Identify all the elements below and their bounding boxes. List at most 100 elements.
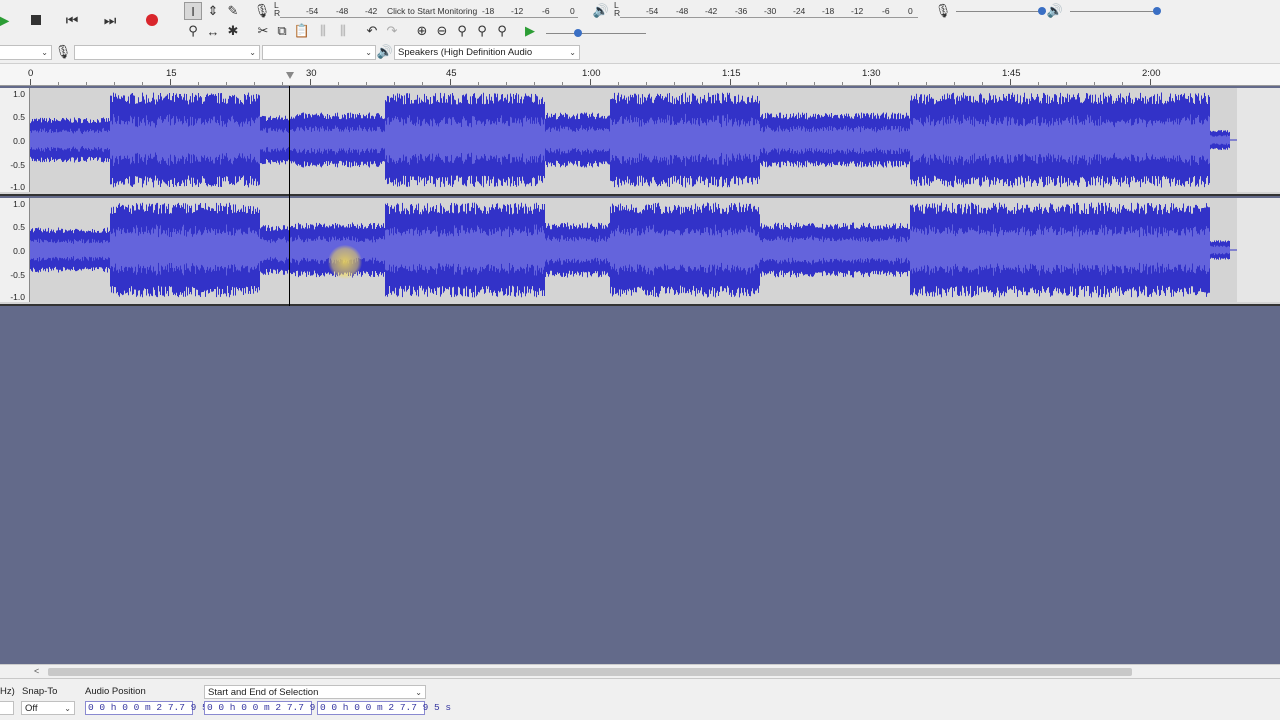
selection-end-field[interactable]: 0 0 h 0 0 m 2 7.7 9 5 s: [317, 701, 451, 715]
ruler-tick: [450, 79, 451, 85]
paste-button[interactable]: 📋: [293, 22, 311, 40]
play-speed-slider[interactable]: [546, 33, 646, 34]
play-head-marker[interactable]: [286, 72, 294, 79]
playback-device-icon: 🔊: [376, 43, 394, 61]
fit-selection-button[interactable]: ⚲: [453, 22, 471, 40]
recording-meter-button[interactable]: 🎙: [253, 2, 271, 20]
snap-to-value: Off: [25, 703, 38, 714]
asterisk-icon: ✱: [227, 23, 239, 38]
play-scale-3: -42: [705, 6, 718, 16]
playback-device-dropdown[interactable]: Speakers (High Definition Audio ⌄: [394, 45, 580, 60]
zoom-toggle-button[interactable]: ⚲: [493, 22, 511, 40]
vruler-label: -0.5: [10, 270, 25, 280]
record-button[interactable]: [138, 7, 166, 33]
zoom-toggle-icon: ⚲: [497, 23, 507, 38]
microphone-icon: 🎙: [253, 3, 271, 18]
selection-mode-dropdown[interactable]: Start and End of Selection ⌄: [204, 685, 426, 699]
click-to-start-monitoring[interactable]: Click to Start Monitoring: [387, 6, 477, 16]
skip-to-start-button[interactable]: ⏮: [58, 7, 86, 33]
selection-tool[interactable]: I: [184, 2, 202, 20]
fit-project-button[interactable]: ⚲: [473, 22, 491, 40]
playback-meter-bar[interactable]: [620, 17, 918, 18]
ruler-label: 30: [306, 68, 317, 79]
chevron-down-icon: ⌄: [415, 688, 422, 697]
recording-channels-dropdown[interactable]: ⌄: [262, 45, 376, 60]
copy-button[interactable]: ⧉: [273, 22, 291, 40]
vertical-ruler: 1.0 0.5 0.0 -0.5 -1.0: [0, 198, 30, 302]
recording-volume-thumb[interactable]: [1038, 7, 1046, 15]
recording-device-dropdown[interactable]: ⌄: [74, 45, 260, 60]
scroll-left-icon[interactable]: <: [34, 666, 39, 676]
ruler-tick: [1150, 79, 1151, 85]
stop-button[interactable]: [22, 7, 50, 33]
playback-volume-thumb[interactable]: [1153, 7, 1161, 15]
ruler-tick: [30, 79, 31, 85]
ruler-tick: [674, 82, 675, 85]
mouse-pointer-highlight: [328, 245, 362, 279]
envelope-tool[interactable]: ⇕: [204, 2, 222, 20]
redo-button[interactable]: ↷: [383, 22, 401, 40]
horizontal-scrollbar[interactable]: <: [0, 664, 1280, 678]
zoom-out-button[interactable]: ⊖: [433, 22, 451, 40]
ruler-tick: [646, 82, 647, 85]
waveform[interactable]: [30, 88, 1240, 192]
vruler-label: 0.5: [13, 222, 25, 232]
time-shift-tool[interactable]: ↔: [204, 22, 222, 40]
zoom-out-icon: ⊖: [436, 23, 448, 38]
draw-tool[interactable]: ✎: [224, 2, 242, 20]
recording-device-icon: 🎙: [54, 43, 72, 61]
ruler-label: 1:00: [582, 68, 601, 79]
play-button[interactable]: ▶: [0, 7, 18, 33]
skip-to-start-icon: ⏮: [65, 11, 79, 28]
play-at-speed-button[interactable]: ▶: [521, 22, 539, 40]
playback-volume-slider[interactable]: [1070, 11, 1160, 12]
paste-icon: 📋: [293, 23, 311, 38]
ruler-tick: [898, 82, 899, 85]
audio-track-right[interactable]: 1.0 0.5 0.0 -0.5 -1.0: [0, 198, 1280, 306]
snap-to-dropdown[interactable]: Off ⌄: [21, 701, 75, 715]
play-scale-2: -48: [676, 6, 689, 16]
trim-button[interactable]: ⫼: [314, 22, 332, 40]
cut-button[interactable]: ✂: [254, 22, 272, 40]
ruler-tick: [534, 82, 535, 85]
skip-to-end-button[interactable]: ⏭: [96, 7, 124, 33]
audio-track-left[interactable]: 1.0 0.5 0.0 -0.5 -1.0: [0, 88, 1280, 196]
scrollbar-thumb[interactable]: [48, 668, 1132, 676]
double-arrow-icon: ↔: [206, 23, 220, 39]
vertical-ruler: 1.0 0.5 0.0 -0.5 -1.0: [0, 88, 30, 192]
ruler-tick: [1010, 79, 1011, 85]
play-scale-4: -36: [735, 6, 748, 16]
track-empty-region: [1237, 88, 1280, 192]
recording-meter-bar[interactable]: [280, 17, 578, 18]
playback-meter-button[interactable]: 🔊: [592, 2, 610, 20]
audio-position-field[interactable]: 0 0 h 0 0 m 2 7.7 9 5 s: [85, 701, 219, 715]
vruler-label: 0.0: [13, 136, 25, 146]
ruler-tick: [114, 82, 115, 85]
track-empty-region: [1237, 198, 1280, 302]
recording-volume-slider[interactable]: [956, 11, 1046, 12]
ruler-tick: [618, 82, 619, 85]
ruler-label: 1:15: [722, 68, 741, 79]
selection-toolbar: Hz) Snap-To Off ⌄ Audio Position 0 0 h 0 …: [0, 678, 1280, 720]
play-speed-thumb[interactable]: [574, 29, 582, 37]
audio-host-dropdown[interactable]: ⌄: [0, 45, 52, 60]
timeline-ruler[interactable]: 0 15 30 45 1:00 1:15 1:30 1:45 2:00: [0, 64, 1280, 86]
zoom-in-button[interactable]: ⊕: [413, 22, 431, 40]
zoom-tool[interactable]: ⚲: [184, 22, 202, 40]
play-scale-6: -24: [793, 6, 806, 16]
chevron-down-icon: ⌄: [249, 48, 256, 57]
selection-start-field[interactable]: 0 0 h 0 0 m 2 7.7 9 5 s: [204, 701, 338, 715]
undo-button[interactable]: ↶: [363, 22, 381, 40]
silence-button[interactable]: ⫼: [334, 22, 352, 40]
ruler-label: 1:45: [1002, 68, 1021, 79]
i-beam-icon: I: [191, 3, 195, 19]
project-rate-dropdown[interactable]: [0, 701, 14, 715]
ruler-tick: [758, 82, 759, 85]
multi-tool[interactable]: ✱: [224, 22, 242, 40]
waveform[interactable]: [30, 198, 1240, 302]
edit-cursor: [289, 86, 290, 306]
play-icon: ▶: [0, 11, 10, 28]
ruler-tick: [954, 82, 955, 85]
tracks-area[interactable]: 1.0 0.5 0.0 -0.5 -1.0 1.0 0.5 0.0 -0.5 -…: [0, 86, 1280, 664]
ruler-tick: [142, 82, 143, 85]
